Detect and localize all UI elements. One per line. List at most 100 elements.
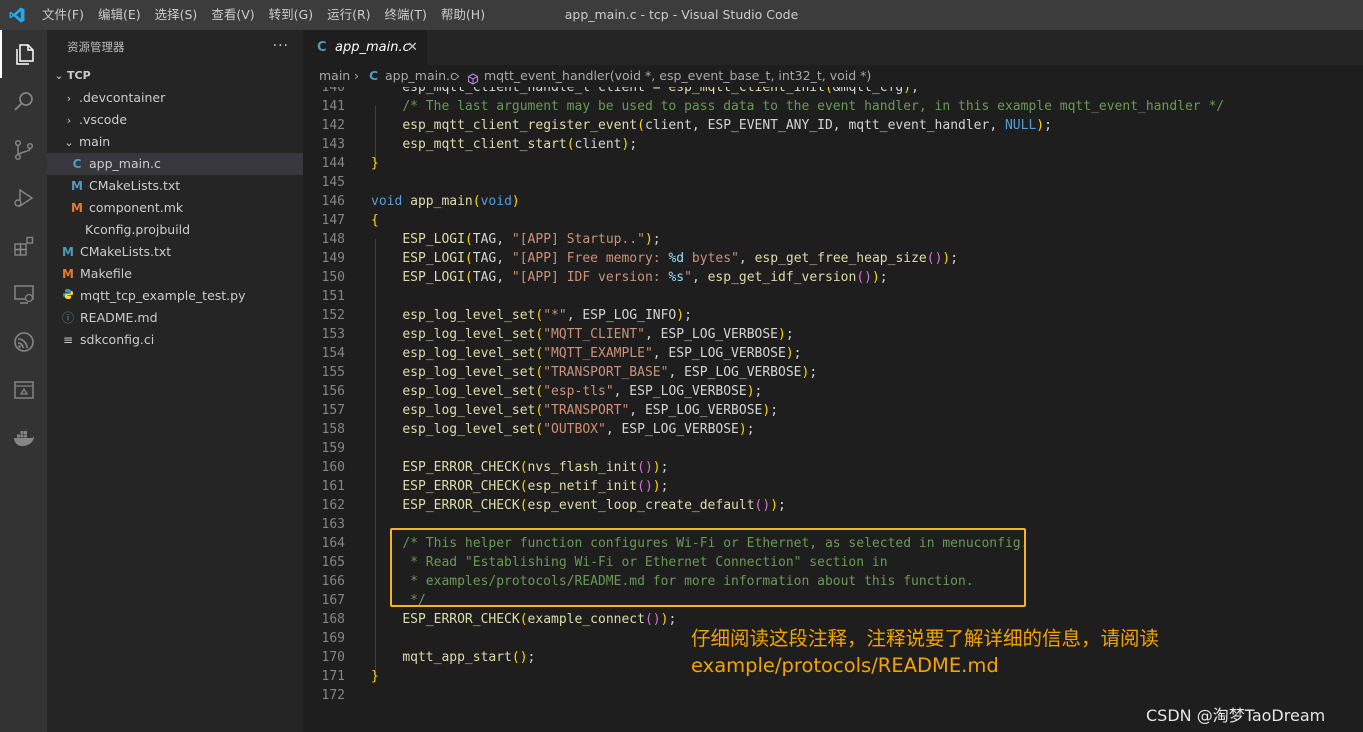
code-line[interactable]: 154 esp_log_level_set("MQTT_EXAMPLE", ES… [303, 344, 1363, 363]
line-number: 141 [321, 99, 345, 114]
line-number: 155 [321, 365, 345, 380]
tree-item-kconfig[interactable]: Kconfig.projbuild [47, 219, 303, 241]
code-line[interactable]: 147 { [303, 211, 1363, 230]
menu-terminal[interactable]: 终端(T) [385, 0, 427, 30]
terminal-panel-icon[interactable] [0, 366, 47, 414]
more-actions-button[interactable]: ··· [273, 30, 289, 62]
code-text: /* The last argument may be used to pass… [402, 99, 1225, 114]
tree-item-makefile[interactable]: M Makefile [47, 263, 303, 285]
code-text: esp_log_level_set("TRANSPORT", ESP_LOG_V… [402, 403, 779, 418]
code-line[interactable]: 146 void app_main(void) [303, 192, 1363, 211]
code-text: esp_log_level_set("*", ESP_LOG_INFO); [402, 308, 692, 323]
close-icon[interactable]: ✕ [407, 30, 418, 65]
search-icon[interactable] [0, 78, 47, 126]
tree-item-main-folder[interactable]: ⌄ main [47, 131, 303, 153]
code-line[interactable]: 161 ESP_ERROR_CHECK(esp_netif_init()); [303, 477, 1363, 496]
c-file-icon: C [317, 40, 327, 55]
menu-selection[interactable]: 选择(S) [155, 0, 198, 30]
tab-app-main-c[interactable]: C app_main.c ✕ [303, 30, 427, 65]
chevron-right-icon: › [354, 68, 359, 83]
line-number: 142 [321, 118, 345, 133]
code-text: ESP_ERROR_CHECK(example_connect()); [402, 612, 677, 627]
code-line[interactable]: 155 esp_log_level_set("TRANSPORT_BASE", … [303, 363, 1363, 382]
menu-file[interactable]: 文件(F) [42, 0, 84, 30]
source-control-icon[interactable] [0, 126, 47, 174]
extensions-icon[interactable] [0, 222, 47, 270]
line-number: 158 [321, 422, 345, 437]
code-line[interactable]: 140 esp_mqtt_client_handle_t client = es… [303, 87, 1363, 97]
chevron-down-icon: ⌄ [64, 136, 74, 149]
breadcrumb-file[interactable]: app_main.c [385, 65, 457, 87]
tree-item-app-main-c[interactable]: Capp_main.c [47, 153, 303, 175]
breadcrumb-symbol[interactable]: mqtt_event_handler(void *, esp_event_bas… [484, 65, 871, 87]
info-icon: ⓘ [61, 311, 74, 325]
code-line[interactable]: 160 ESP_ERROR_CHECK(nvs_flash_init()); [303, 458, 1363, 477]
tree-item-main-cmakelists[interactable]: M CMakeLists.txt [47, 175, 303, 197]
line-number: 145 [321, 175, 345, 190]
cmake-file-icon: M [71, 179, 83, 193]
tree-item-devcontainer[interactable]: › .devcontainer [47, 87, 303, 109]
menu-help[interactable]: 帮助(H) [441, 0, 485, 30]
vscode-logo-icon [9, 7, 25, 23]
code-line[interactable]: 157 esp_log_level_set("TRANSPORT", ESP_L… [303, 401, 1363, 420]
code-text: ESP_LOGI(TAG, "[APP] Startup.."); [402, 232, 661, 247]
breadcrumb-folder[interactable]: main [319, 65, 350, 87]
menu-edit[interactable]: 编辑(E) [98, 0, 141, 30]
line-number: 157 [321, 403, 345, 418]
line-number: 151 [321, 289, 345, 304]
tree-item-sdkconfig[interactable]: ≡ sdkconfig.ci [47, 329, 303, 351]
line-number: 153 [321, 327, 345, 342]
chevron-right-icon: › [455, 68, 460, 83]
code-line[interactable]: 153 esp_log_level_set("MQTT_CLIENT", ESP… [303, 325, 1363, 344]
code-line[interactable]: 162 ESP_ERROR_CHECK(esp_event_loop_creat… [303, 496, 1363, 515]
tree-item-component-mk[interactable]: Mcomponent.mk [47, 197, 303, 219]
code-text: esp_mqtt_client_handle_t client = esp_mq… [371, 87, 919, 95]
highlight-box [390, 528, 1026, 607]
chevron-right-icon: › [66, 92, 72, 105]
line-number: 164 [321, 536, 345, 551]
docker-icon[interactable] [0, 414, 47, 462]
code-line[interactable]: 144} [303, 154, 1363, 173]
code-line[interactable]: 149 ESP_LOGI(TAG, "[APP] Free memory: %d… [303, 249, 1363, 268]
code-line[interactable]: 143 esp_mqtt_client_start(client); [303, 135, 1363, 154]
code-text: } [371, 156, 379, 171]
code-line[interactable]: 141 /* The last argument may be used to … [303, 97, 1363, 116]
code-text: esp_log_level_set("MQTT_CLIENT", ESP_LOG… [402, 327, 794, 342]
tree-item-cmakelists[interactable]: M CMakeLists.txt [47, 241, 303, 263]
line-number: 166 [321, 574, 345, 589]
python-file-icon [61, 285, 75, 307]
run-debug-icon[interactable] [0, 174, 47, 222]
code-text: ESP_ERROR_CHECK(esp_event_loop_create_de… [402, 498, 786, 513]
tab-label: app_main.c [335, 40, 410, 55]
code-line[interactable]: 151 [303, 287, 1363, 306]
line-number: 168 [321, 612, 345, 627]
remote-explorer-icon[interactable] [0, 270, 47, 318]
menu-go[interactable]: 转到(G) [269, 0, 313, 30]
line-number: 156 [321, 384, 345, 399]
code-line[interactable]: 150 ESP_LOGI(TAG, "[APP] IDF version: %s… [303, 268, 1363, 287]
c-file-icon: C [369, 68, 379, 83]
breadcrumb: main › C app_main.c › mqtt_event_handler… [303, 65, 1363, 87]
menu-view[interactable]: 查看(V) [211, 0, 254, 30]
espressif-icon[interactable] [0, 318, 47, 366]
code-line[interactable]: 142 esp_mqtt_client_register_event(clien… [303, 116, 1363, 135]
chevron-right-icon: › [66, 114, 72, 127]
explorer-icon[interactable] [0, 30, 47, 78]
code-text: esp_mqtt_client_start(client); [402, 137, 638, 152]
code-line[interactable]: 145 [303, 173, 1363, 192]
code-line[interactable]: 156 esp_log_level_set("esp-tls", ESP_LOG… [303, 382, 1363, 401]
title-bar: 文件(F) 编辑(E) 选择(S) 查看(V) 转到(G) 运行(R) 终端(T… [0, 0, 1363, 30]
code-line[interactable]: 158 esp_log_level_set("OUTBOX", ESP_LOG_… [303, 420, 1363, 439]
code-line[interactable]: 152 esp_log_level_set("*", ESP_LOG_INFO)… [303, 306, 1363, 325]
tree-item-test-py[interactable]: mqtt_tcp_example_test.py [47, 285, 303, 307]
line-number: 161 [321, 479, 345, 494]
tree-item-readme[interactable]: ⓘ README.md [47, 307, 303, 329]
workspace-root[interactable]: ⌄ TCP [47, 65, 303, 87]
line-number: 149 [321, 251, 345, 266]
line-number: 152 [321, 308, 345, 323]
code-line[interactable]: 159 [303, 439, 1363, 458]
chevron-down-icon: ⌄ [54, 69, 64, 82]
tree-item-vscode[interactable]: › .vscode [47, 109, 303, 131]
code-line[interactable]: 148 ESP_LOGI(TAG, "[APP] Startup.."); [303, 230, 1363, 249]
menu-run[interactable]: 运行(R) [327, 0, 370, 30]
